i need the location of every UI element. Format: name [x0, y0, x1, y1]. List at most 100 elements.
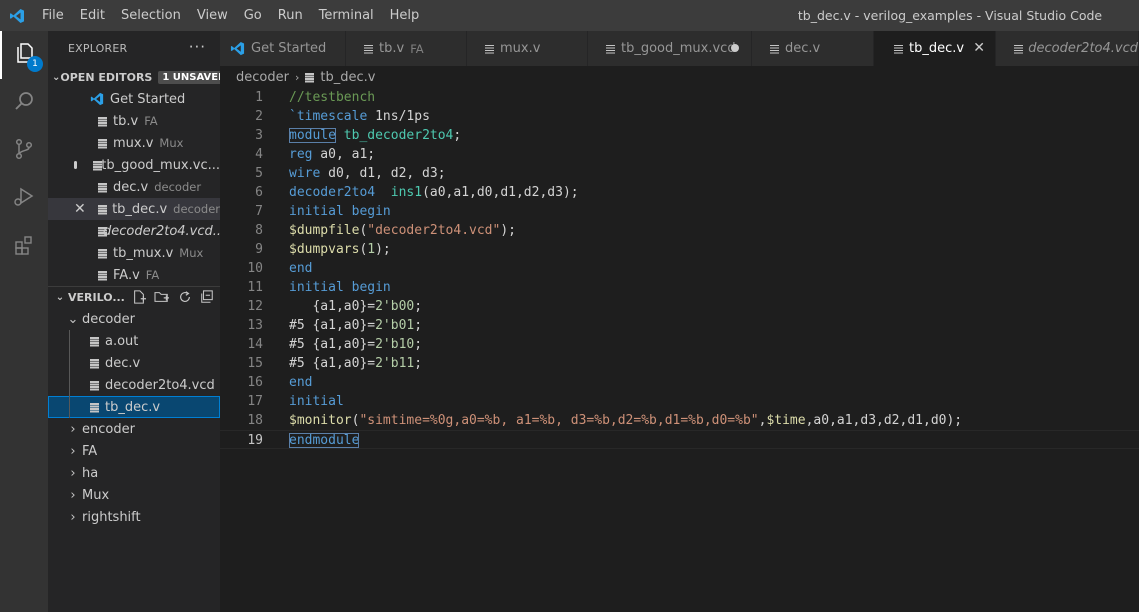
open-editor-item[interactable]: tb.v FA — [48, 110, 220, 132]
menu-go[interactable]: Go — [236, 0, 270, 31]
tree-folder[interactable]: › Mux — [48, 484, 220, 506]
tree-file[interactable]: decoder2to4.vcd — [48, 374, 220, 396]
tree-file[interactable]: a.out — [48, 330, 220, 352]
line-number: 3 — [255, 128, 263, 143]
file-label: dec.v — [105, 355, 141, 371]
tree-folder-decoder[interactable]: ⌄ decoder — [48, 308, 220, 330]
tree-folder[interactable]: › ha — [48, 462, 220, 484]
tab-mux-v[interactable]: mux.v — [467, 31, 588, 66]
file-label: tb_dec.v — [105, 399, 161, 415]
new-folder-icon[interactable] — [154, 290, 170, 304]
tab-tb-dec-v[interactable]: tb_dec.v ✕ — [874, 31, 996, 66]
tree-folder[interactable]: › rightshift — [48, 506, 220, 528]
explorer-header: EXPLORER ··· — [48, 31, 220, 66]
code-editor[interactable]: 1 //testbench 2 `timescale 1ns/1ps 3 module… — [220, 88, 1139, 612]
file-lines-icon — [98, 116, 108, 126]
line-number: 7 — [255, 204, 263, 219]
new-file-icon[interactable] — [132, 290, 146, 304]
chevron-down-icon: ⌄ — [52, 71, 61, 83]
open-editor-label: dec.v — [113, 179, 149, 195]
open-editor-item[interactable]: decoder2to4.vcd... — [48, 220, 220, 242]
tree-file-active[interactable]: tb_dec.v — [48, 396, 220, 418]
menu-terminal[interactable]: Terminal — [311, 0, 382, 31]
code-line: 17 initial — [220, 392, 1139, 411]
workspace-label: VERILO... — [68, 291, 125, 304]
tab-dec-v[interactable]: dec.v — [752, 31, 874, 66]
explorer-activity[interactable]: 1 — [0, 31, 48, 79]
close-icon[interactable]: ✕ — [74, 201, 86, 217]
menu-bar: File Edit Selection View Go Run Terminal… — [34, 0, 427, 31]
tab-desc: FA — [410, 41, 424, 56]
extensions-activity[interactable] — [0, 223, 48, 271]
tab-decoder2to4-vcd[interactable]: decoder2to4.vcd — [996, 31, 1139, 66]
tab-label: mux.v — [500, 41, 541, 56]
chevron-right-icon: › — [70, 421, 76, 437]
menu-selection[interactable]: Selection — [113, 0, 189, 31]
open-editors-section[interactable]: ⌄ OPEN EDITORS 1 UNSAVED — [48, 66, 220, 88]
search-activity[interactable] — [0, 79, 48, 127]
open-editor-label: tb_dec.v — [112, 201, 168, 217]
open-editor-desc: Mux — [179, 246, 204, 260]
tree-folder[interactable]: › FA — [48, 440, 220, 462]
tab-label: decoder2to4.vcd — [1028, 41, 1138, 56]
open-editor-item-active[interactable]: ✕ tb_dec.v decoder — [48, 198, 220, 220]
close-icon[interactable]: ✕ — [973, 40, 985, 56]
indent-guide — [69, 374, 70, 396]
code-text: #5 {a1,a0}=2'b10; — [289, 337, 423, 352]
source-control-activity[interactable] — [0, 127, 48, 175]
activity-bar: 1 — [0, 31, 48, 612]
unsaved-dot-icon[interactable] — [731, 44, 739, 52]
file-lines-icon — [606, 44, 616, 54]
folder-label: Mux — [82, 487, 110, 503]
chevron-right-icon: › — [70, 487, 76, 503]
menu-help[interactable]: Help — [382, 0, 428, 31]
refresh-icon[interactable] — [178, 290, 192, 304]
line-number: 9 — [255, 242, 263, 257]
tab-tb-v[interactable]: tb.v FA — [346, 31, 467, 66]
collapse-all-icon[interactable] — [200, 290, 214, 304]
open-editor-item[interactable]: mux.v Mux — [48, 132, 220, 154]
run-debug-icon — [12, 185, 36, 213]
code-line: 4 reg a0, a1; — [220, 145, 1139, 164]
open-editor-item[interactable]: FA.v FA — [48, 264, 220, 286]
menu-edit[interactable]: Edit — [72, 0, 113, 31]
more-actions-icon[interactable]: ··· — [189, 38, 206, 56]
tree-file[interactable]: dec.v — [48, 352, 220, 374]
menu-run[interactable]: Run — [270, 0, 311, 31]
vscode-logo-icon — [230, 41, 245, 56]
code-text: initial begin — [289, 204, 391, 219]
code-text: //testbench — [289, 90, 376, 105]
open-editor-desc: Mux — [159, 136, 184, 150]
open-editor-item[interactable]: tb_mux.v Mux — [48, 242, 220, 264]
folder-label: ha — [82, 465, 99, 481]
unsaved-dot-icon[interactable] — [74, 161, 77, 169]
indent-guide — [69, 396, 70, 418]
code-text: $dumpvars(1); — [289, 242, 391, 257]
open-editor-item[interactable]: Get Started — [48, 88, 220, 110]
endmodule-keyword: endmodule — [289, 433, 360, 448]
tab-get-started[interactable]: Get Started — [220, 31, 346, 66]
breadcrumb-file[interactable]: tb_dec.v — [320, 70, 375, 85]
file-lines-icon — [1014, 44, 1024, 54]
line-number: 18 — [247, 413, 263, 428]
tab-tb-good-mux-vcd[interactable]: tb_good_mux.vcd — [588, 31, 752, 66]
indent-guide — [69, 330, 70, 352]
workspace-section[interactable]: ⌄ VERILO... — [48, 286, 220, 308]
run-debug-activity[interactable] — [0, 175, 48, 223]
breadcrumb-folder[interactable]: decoder — [236, 70, 289, 85]
file-lines-icon — [98, 182, 108, 192]
code-line: 2 `timescale 1ns/1ps — [220, 107, 1139, 126]
line-number: 2 — [255, 109, 263, 124]
tree-folder[interactable]: › encoder — [48, 418, 220, 440]
chevron-right-icon: › — [294, 70, 300, 84]
open-editor-item[interactable]: dec.v decoder — [48, 176, 220, 198]
file-lines-icon — [98, 248, 108, 258]
file-label: a.out — [105, 333, 139, 349]
menu-view[interactable]: View — [189, 0, 236, 31]
open-editor-item[interactable]: tb_good_mux.vc... — [48, 154, 220, 176]
tab-label: Get Started — [251, 41, 327, 56]
menu-file[interactable]: File — [34, 0, 72, 31]
code-text: initial — [289, 394, 344, 409]
line-number: 10 — [247, 261, 263, 276]
search-icon — [12, 89, 36, 117]
